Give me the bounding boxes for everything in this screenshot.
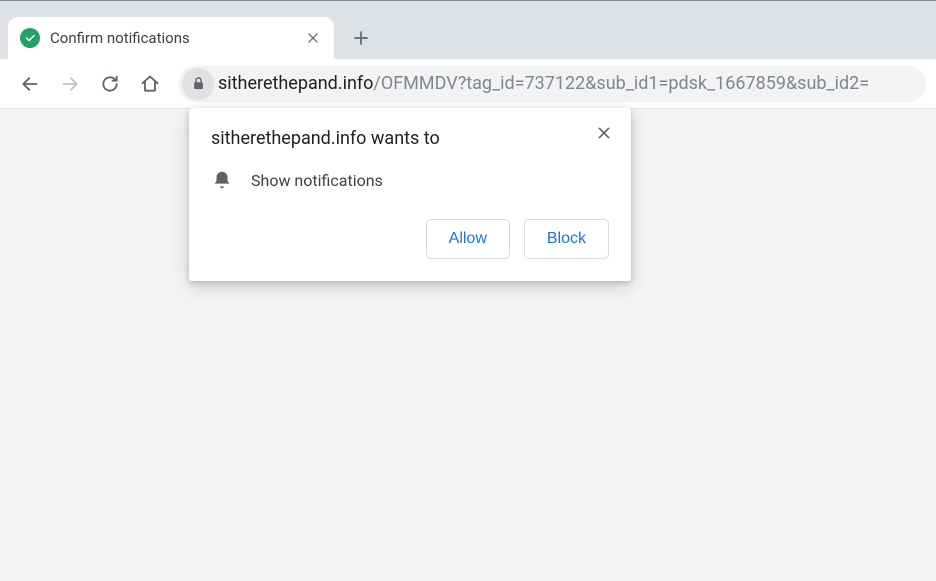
home-button[interactable]: [130, 64, 170, 104]
url-domain: sitherethepand.info: [218, 73, 373, 94]
allow-button[interactable]: Allow: [426, 219, 510, 259]
close-icon[interactable]: [593, 122, 615, 144]
permission-dialog: sitherethepand.info wants to Show notifi…: [189, 108, 631, 281]
browser-tab[interactable]: Confirm notifications: [8, 17, 334, 59]
close-icon[interactable]: [304, 29, 322, 47]
permission-row: Show notifications: [211, 169, 609, 191]
back-button[interactable]: [10, 64, 50, 104]
check-circle-icon: [20, 28, 40, 48]
forward-button[interactable]: [50, 64, 90, 104]
address-bar[interactable]: sitherethepand.info/OFMMDV?tag_id=737122…: [178, 66, 926, 102]
dialog-buttons: Allow Block: [211, 219, 609, 259]
bell-icon: [211, 169, 233, 191]
permission-label: Show notifications: [251, 171, 383, 190]
tab-strip: Confirm notifications: [0, 1, 936, 59]
tab-title: Confirm notifications: [50, 29, 304, 47]
dialog-title: sitherethepand.info wants to: [211, 128, 609, 149]
reload-button[interactable]: [90, 64, 130, 104]
url-text: sitherethepand.info/OFMMDV?tag_id=737122…: [218, 73, 869, 94]
toolbar: sitherethepand.info/OFMMDV?tag_id=737122…: [0, 59, 936, 109]
url-path: /OFMMDV?tag_id=737122&sub_id1=pdsk_16678…: [373, 73, 869, 94]
lock-icon[interactable]: [182, 68, 214, 100]
block-button[interactable]: Block: [524, 219, 609, 259]
new-tab-button[interactable]: [344, 21, 378, 55]
